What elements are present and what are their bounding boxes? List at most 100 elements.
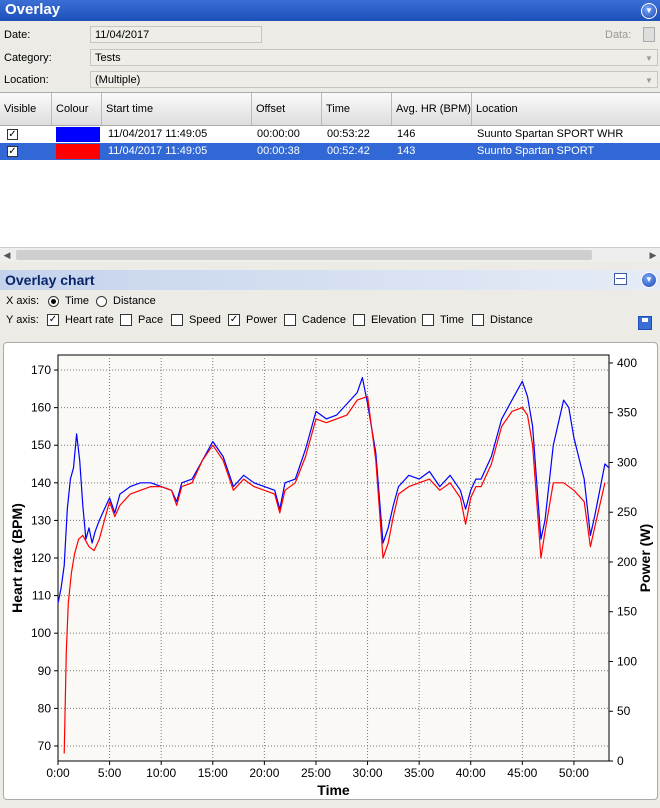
date-row: Date: 11/04/2017 Data: [0,25,660,47]
column-avg-hr[interactable]: Avg. HR (BPM) [392,93,472,125]
column-start-time[interactable]: Start time [102,93,252,125]
overlay-title-bar: Overlay ▼ [0,0,660,21]
y-pace-checkbox[interactable] [120,314,132,326]
column-colour[interactable]: Colour [52,93,102,125]
y2-tick-label: 350 [617,406,637,420]
y-pace-label[interactable]: Pace [138,314,163,326]
x-tick-label: 15:00 [198,766,228,780]
y-tick-label: 80 [38,701,52,715]
start-time-cell: 11/04/2017 11:49:05 [108,145,208,157]
y-tick-label: 110 [32,589,51,603]
y-tick-label: 90 [38,664,52,678]
y-cadence-label[interactable]: Cadence [302,314,346,326]
data-calendar-icon[interactable] [643,27,655,42]
x-tick-label: 20:00 [249,766,279,780]
column-location[interactable]: Location [472,93,660,125]
date-field[interactable]: 11/04/2017 [90,26,262,43]
y-speed-label[interactable]: Speed [189,314,221,326]
scroll-thumb[interactable] [16,250,592,260]
y-distance-label[interactable]: Distance [490,314,533,326]
overlay-chart-bar: Overlay chart ▼ [0,270,660,290]
y-time-checkbox[interactable] [422,314,434,326]
chart-frame: 0:00 5:00 10:00 15:00 20:00 25:00 30:00 35:00 40… [3,342,658,800]
y-axis-title: Heart rate (BPM) [9,503,25,613]
y2-tick-label: 250 [617,505,637,519]
category-label: Category: [4,52,52,64]
y2-tick-label: 400 [617,356,637,370]
location-dropdown[interactable]: (Multiple) ▼ [90,71,658,88]
location-label: Location: [4,74,49,86]
scroll-left-icon[interactable]: ◀ [0,248,14,262]
x-tick-label: 40:00 [456,766,486,780]
y-tick-label: 150 [31,438,51,452]
save-icon[interactable] [638,316,652,330]
y-heart-rate-checkbox[interactable]: ✓ [47,314,59,326]
y-time-label[interactable]: Time [440,314,464,326]
x-tick-label: 5:00 [98,766,122,780]
horizontal-scrollbar[interactable]: ◀ ▶ [0,247,660,262]
location-cell: Suunto Spartan SPORT WHR [477,128,624,140]
avg-hr-cell: 143 [397,145,416,157]
x-tick-label: 25:00 [301,766,331,780]
layout-toggle-icon[interactable] [614,273,627,285]
y-cadence-checkbox[interactable] [284,314,296,326]
x-tick-label: 0:00 [46,766,70,780]
time-cell: 00:52:42 [327,145,370,157]
time-cell: 00:53:22 [327,128,370,140]
column-visible[interactable]: Visible [0,93,52,125]
grid-header: Visible Colour Start time Offset Time Av… [0,93,660,126]
y-tick-label: 130 [31,513,51,527]
overlay-line-chart: 0:00 5:00 10:00 15:00 20:00 25:00 30:00 35:00 40… [9,354,653,798]
y-tick-label: 170 [31,363,51,377]
y2-tick-label: 200 [617,555,637,569]
y2-tick-label: 50 [617,704,631,718]
y-speed-checkbox[interactable] [171,314,183,326]
y-tick-label: 100 [31,626,51,640]
scroll-right-icon[interactable]: ▶ [646,248,660,262]
y-tick-label: 70 [38,739,52,753]
location-value: (Multiple) [95,74,141,86]
x-tick-label: 50:00 [559,766,589,780]
x-axis-distance-label[interactable]: Distance [113,295,156,307]
y-elevation-checkbox[interactable] [353,314,365,326]
x-tick-label: 45:00 [507,766,537,780]
avg-hr-cell: 146 [397,128,416,140]
date-label: Date: [4,29,31,41]
column-offset[interactable]: Offset [252,93,322,125]
y-elevation-label[interactable]: Elevation [371,314,416,326]
collapse-overlay-icon[interactable]: ▼ [641,3,657,19]
colour-swatch[interactable] [56,127,100,142]
x-axis-distance-radio[interactable] [96,296,107,307]
table-row[interactable]: ✓ 11/04/2017 11:49:05 00:00:38 00:52:42 … [0,143,660,160]
x-tick-label: 35:00 [404,766,434,780]
table-row[interactable]: ✓ 11/04/2017 11:49:05 00:00:00 00:53:22 … [0,126,660,143]
y-heart-rate-label[interactable]: Heart rate [65,314,114,326]
y-tick-label: 140 [31,476,51,490]
visible-checkbox[interactable]: ✓ [7,146,18,157]
overlay-title: Overlay [5,1,61,18]
offset-cell: 00:00:38 [257,145,300,157]
y-tick-label: 160 [31,401,51,415]
overlay-chart-title: Overlay chart [5,272,95,288]
y2-tick-label: 150 [617,605,637,619]
y2-tick-label: 300 [617,455,637,469]
location-row: Location: (Multiple) ▼ [0,70,660,92]
x-axis-time-radio[interactable] [48,296,59,307]
column-time[interactable]: Time [322,93,392,125]
activities-grid: Visible Colour Start time Offset Time Av… [0,92,660,262]
y-power-checkbox[interactable]: ✓ [228,314,240,326]
category-dropdown[interactable]: Tests ▼ [90,49,658,66]
y-tick-label: 120 [31,551,51,565]
visible-checkbox[interactable]: ✓ [7,129,18,140]
data-label: Data: [605,29,632,41]
location-cell: Suunto Spartan SPORT [477,145,595,157]
y2-tick-label: 0 [617,754,624,768]
collapse-chart-icon[interactable]: ▼ [641,272,657,288]
y-distance-checkbox[interactable] [472,314,484,326]
y-power-label[interactable]: Power [246,314,277,326]
x-axis-time-label[interactable]: Time [65,295,89,307]
offset-cell: 00:00:00 [257,128,300,140]
chevron-down-icon: ▼ [645,54,653,63]
colour-swatch[interactable] [56,144,100,159]
y2-axis-title: Power (W) [637,524,653,592]
